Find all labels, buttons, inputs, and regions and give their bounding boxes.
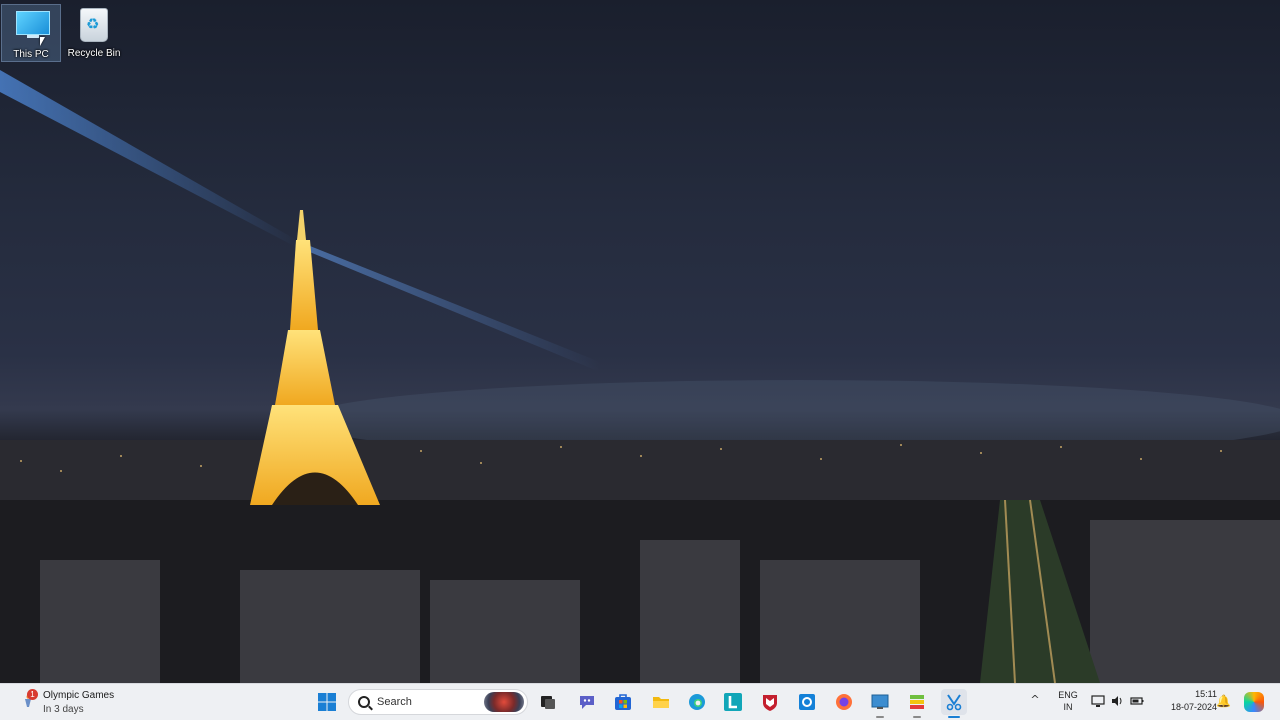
file-explorer-icon <box>653 697 669 708</box>
desktop-wallpaper <box>0 0 1280 683</box>
bluestacks-icon <box>910 695 924 709</box>
search-icon <box>358 696 370 708</box>
volume-icon[interactable] <box>1109 694 1125 710</box>
widget-title: Olympic Games <box>43 690 115 701</box>
show-hidden-icons-chevron-icon[interactable]: ^ <box>1026 693 1044 711</box>
running-indicator <box>876 716 884 718</box>
notification-bell-icon[interactable]: 🔔 <box>1216 694 1231 710</box>
snipping-tool-icon <box>946 694 962 711</box>
teams-chat-icon <box>580 696 594 709</box>
edge-browser-button[interactable] <box>684 689 710 715</box>
windows-start-icon <box>318 693 336 711</box>
firefox-icon <box>836 694 852 710</box>
notification-badge: 1 <box>27 689 38 700</box>
computer-stand <box>27 35 39 38</box>
start-button[interactable] <box>314 689 340 715</box>
running-indicator <box>948 716 960 718</box>
task-view-button[interactable] <box>535 689 561 715</box>
microsoft-store-icon <box>615 694 631 710</box>
task-view-icon <box>541 696 555 709</box>
remote-desktop-button[interactable] <box>867 689 893 718</box>
copilot-icon[interactable] <box>1244 692 1264 712</box>
edge-icon <box>689 694 705 710</box>
bluestacks-button[interactable] <box>904 689 930 718</box>
desktop-icon-label: This PC <box>13 49 49 60</box>
clock[interactable]: 15:11 18-07-2024 <box>1153 688 1217 718</box>
file-explorer-button[interactable] <box>648 689 674 715</box>
desktop-icon-label: Recycle Bin <box>67 48 121 59</box>
search-input[interactable] <box>377 694 477 710</box>
mouse-cursor-icon <box>40 37 45 46</box>
search-box[interactable] <box>348 689 528 715</box>
mcafee-icon <box>763 695 777 711</box>
recycle-bin-icon <box>80 8 108 42</box>
battery-icon[interactable] <box>1129 694 1145 710</box>
search-highlight-image <box>484 692 524 712</box>
mcafee-button[interactable] <box>757 689 783 715</box>
language-region: IN <box>1063 702 1073 712</box>
outlook-button[interactable] <box>794 689 820 715</box>
desktop-icon-this-pc[interactable]: This PC <box>1 4 61 62</box>
outlook-icon <box>799 694 815 710</box>
widgets-button[interactable]: 1 Olympic Games In 3 days <box>18 687 128 717</box>
remote-desktop-icon <box>871 694 889 709</box>
clock-date: 18-07-2024 <box>1170 702 1217 712</box>
wallpaper-scene <box>0 70 1280 683</box>
network-icon[interactable] <box>1090 694 1106 710</box>
teams-chat-button[interactable] <box>574 689 600 715</box>
widget-subtitle: In 3 days <box>43 704 84 715</box>
snipping-tool-button[interactable] <box>941 689 967 718</box>
clock-time: 15:11 <box>1195 689 1217 699</box>
l-app-button[interactable] <box>720 689 746 715</box>
desktop-icon-recycle-bin[interactable]: Recycle Bin <box>64 4 124 62</box>
taskbar: 1 Olympic Games In 3 days Search ^ ENG I… <box>0 683 1280 720</box>
language-code: ENG <box>1058 690 1078 700</box>
computer-icon <box>16 11 50 35</box>
language-indicator[interactable]: ENG IN <box>1053 689 1083 717</box>
running-indicator <box>913 716 921 718</box>
l-app-icon <box>724 693 742 711</box>
firefox-button[interactable] <box>831 689 857 715</box>
microsoft-store-button[interactable] <box>610 689 636 715</box>
